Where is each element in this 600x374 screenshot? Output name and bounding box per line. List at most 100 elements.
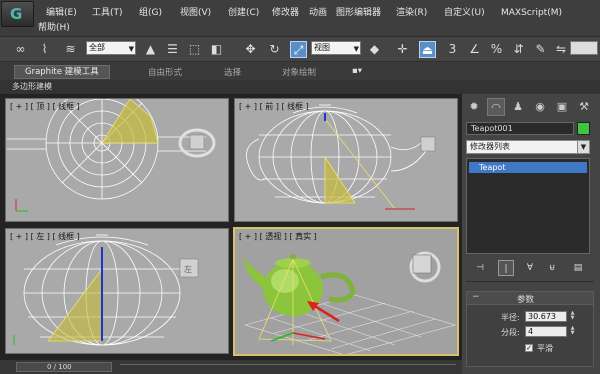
- mirror-icon[interactable]: ⇋: [554, 41, 568, 58]
- hierarchy-tab-icon[interactable]: ♟: [509, 98, 527, 116]
- viewport-front[interactable]: [ + ] [ 前 ] [ 线框 ]: [234, 98, 458, 222]
- tab-selection[interactable]: 选择: [224, 66, 241, 78]
- parameters-rollout: − 参数 半径: 30.673 ▲ ▼ 分段: 4 ▲ ▼ ✓ 平滑: [466, 291, 594, 367]
- menu-bar: 编辑(E) 工具(T) 组(G) 视图(V) 创建(C) 修改器 动画 图形编辑…: [34, 0, 600, 36]
- chevron-down-icon: ▼: [577, 141, 589, 153]
- main-toolbar: ∞ ⌇ ≋ 全部 ▼ ▲ ☰ ⬚ ◧ ✥ ↻ ⤢ 视图 ▼ ◆ ✛ ⏏ 3 ∠ % …: [0, 36, 600, 62]
- configure-sets-icon[interactable]: ▤: [570, 260, 586, 276]
- divider: [466, 281, 594, 282]
- ribbon-options-icon[interactable]: ▪▾: [352, 66, 362, 76]
- modifier-list-value: 修改器列表: [470, 142, 510, 151]
- app-logo-button[interactable]: G: [1, 1, 34, 27]
- object-name-field[interactable]: Teapot001: [466, 122, 574, 135]
- stack-item-teapot[interactable]: Teapot: [469, 162, 587, 173]
- menu-group[interactable]: 组(G): [139, 7, 162, 19]
- manipulate-icon[interactable]: ✛: [394, 41, 411, 58]
- segments-input[interactable]: 4: [525, 326, 567, 337]
- unlink-icon[interactable]: ⌇: [36, 41, 53, 58]
- viewport-label-perspective[interactable]: [ + ] [ 透视 ] [ 真实 ]: [239, 231, 317, 242]
- viewcube-left-face: 左: [184, 264, 192, 274]
- rotate-icon[interactable]: ↻: [266, 41, 283, 58]
- rollout-title: 参数: [517, 295, 535, 305]
- menu-modifiers[interactable]: 修改器: [272, 7, 299, 19]
- remove-modifier-icon[interactable]: ⊌: [544, 260, 560, 276]
- edit-named-sets-icon[interactable]: ✎: [532, 41, 549, 58]
- radius-input[interactable]: 30.673: [525, 311, 567, 322]
- segments-spinner-icon[interactable]: ▲ ▼: [569, 326, 576, 337]
- persp-scene: [243, 251, 457, 354]
- make-unique-icon[interactable]: ∀: [522, 260, 538, 276]
- tab-graphite[interactable]: Graphite 建模工具: [14, 65, 110, 79]
- create-tab-icon[interactable]: ✹: [465, 98, 483, 116]
- menu-views[interactable]: 视图(V): [180, 7, 211, 19]
- percent-snap-icon[interactable]: %: [488, 41, 505, 58]
- app-window: G 编辑(E) 工具(T) 组(G) 视图(V) 创建(C) 修改器 动画 图形…: [0, 0, 600, 374]
- menu-create[interactable]: 创建(C): [228, 7, 259, 19]
- bind-space-warp-icon[interactable]: ≋: [62, 41, 79, 58]
- viewport-label-front[interactable]: [ + ] [ 前 ] [ 线框 ]: [239, 101, 309, 112]
- smooth-label: 平滑: [537, 344, 553, 353]
- show-end-result-icon[interactable]: |: [498, 260, 514, 276]
- smooth-checkbox[interactable]: ✓: [525, 344, 533, 352]
- motion-tab-icon[interactable]: ◉: [531, 98, 549, 116]
- rollout-header[interactable]: − 参数: [467, 292, 593, 305]
- panel-label[interactable]: 多边形建模: [12, 81, 52, 92]
- menu-help[interactable]: 帮助(H): [38, 22, 70, 34]
- time-slider[interactable]: 0 / 100: [16, 362, 112, 372]
- chevron-down-icon: ▼: [353, 45, 359, 53]
- menu-rendering[interactable]: 渲染(R): [396, 7, 427, 19]
- radius-label: 半径:: [501, 313, 520, 322]
- menu-graph-editors[interactable]: 图形编辑器: [336, 7, 381, 19]
- menu-animation[interactable]: 动画: [309, 7, 327, 19]
- radius-spinner-icon[interactable]: ▲ ▼: [569, 311, 576, 322]
- app-logo-icon: G: [10, 5, 23, 23]
- tab-freeform[interactable]: 自由形式: [148, 66, 182, 78]
- menu-customize[interactable]: 自定义(U): [444, 7, 485, 19]
- select-object-icon[interactable]: ▲: [142, 41, 159, 58]
- menu-maxscript[interactable]: MAXScript(M): [501, 7, 562, 19]
- selection-filter-dropdown[interactable]: 全部 ▼: [86, 41, 136, 55]
- select-by-name-icon[interactable]: ☰: [164, 41, 181, 58]
- modifier-list-dropdown[interactable]: 修改器列表 ▼: [466, 140, 590, 154]
- viewport-left[interactable]: 左 [ + ] [ 左 ] [ 线框 ]: [5, 228, 229, 354]
- time-bar: 0 / 100: [0, 360, 462, 374]
- link-icon[interactable]: ∞: [12, 41, 29, 58]
- top-teapot-wireframe: [7, 99, 216, 212]
- ref-coord-dropdown[interactable]: 视图 ▼: [311, 41, 361, 55]
- pivot-center-icon[interactable]: ◆: [366, 41, 383, 58]
- menu-tools[interactable]: 工具(T): [92, 7, 123, 19]
- viewport-perspective[interactable]: [ + ] [ 透视 ] [ 真实 ]: [233, 227, 459, 356]
- stack-buttons: ⊣ | ∀ ⊌ ▤: [466, 260, 594, 278]
- rect-selection-icon[interactable]: ⬚: [186, 41, 203, 58]
- command-panel: ✹ ◠ ♟ ◉ ▣ ⚒ Teapot001 修改器列表 ▼ Teapot ⊣ |…: [462, 94, 600, 374]
- ribbon-panel-bar: 多边形建模: [0, 80, 600, 94]
- viewport-label-top[interactable]: [ + ] [ 顶 ] [ 线框 ]: [10, 101, 80, 112]
- chevron-down-icon: ▼: [128, 45, 134, 53]
- angle-snap-icon[interactable]: ∠: [466, 41, 483, 58]
- keyboard-shortcut-icon[interactable]: ⏏: [419, 41, 436, 58]
- tab-object-paint[interactable]: 对象绘制: [282, 66, 316, 78]
- spinner-snap-icon[interactable]: ⇵: [510, 41, 527, 58]
- front-teapot-wireframe: [246, 104, 436, 210]
- left-teapot-wireframe: 左: [13, 234, 199, 346]
- snap-3-icon[interactable]: 3: [444, 41, 461, 58]
- menu-edit[interactable]: 编辑(E): [46, 7, 77, 19]
- object-color-swatch[interactable]: [577, 122, 590, 135]
- viewport-top[interactable]: [ + ] [ 顶 ] [ 线框 ]: [5, 98, 229, 222]
- display-tab-icon[interactable]: ▣: [553, 98, 571, 116]
- timeline-ruler[interactable]: [120, 364, 456, 370]
- named-selection-sets[interactable]: [570, 41, 598, 55]
- viewport-area: [ + ] [ 顶 ] [ 线框 ] [ + ] [ 前 ] [ 线框 ] 左 …: [0, 94, 462, 360]
- move-icon[interactable]: ✥: [242, 41, 259, 58]
- viewport-label-left[interactable]: [ + ] [ 左 ] [ 线框 ]: [10, 231, 80, 242]
- command-panel-tabs: ✹ ◠ ♟ ◉ ▣ ⚒: [465, 98, 597, 118]
- ribbon: Graphite 建模工具 自由形式 选择 对象绘制 ▪▾: [0, 63, 600, 80]
- segments-label: 分段:: [501, 328, 520, 337]
- pin-stack-icon[interactable]: ⊣: [472, 260, 488, 276]
- utilities-tab-icon[interactable]: ⚒: [575, 98, 593, 116]
- scale-icon[interactable]: ⤢: [290, 41, 307, 58]
- modify-tab-icon[interactable]: ◠: [487, 98, 505, 116]
- modifier-stack: Teapot: [466, 158, 590, 254]
- time-slider-label: 0 / 100: [47, 363, 72, 371]
- window-crossing-icon[interactable]: ◧: [208, 41, 225, 58]
